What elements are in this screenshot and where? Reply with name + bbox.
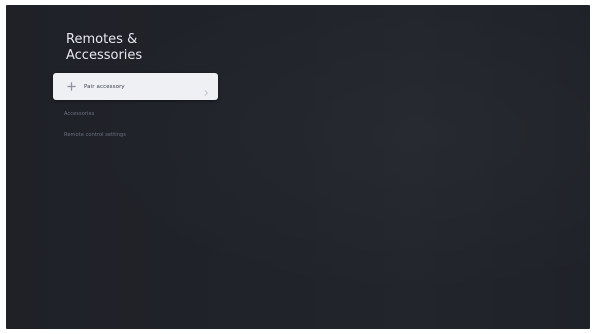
page-title-line-2: Accessories: [66, 48, 143, 63]
add-icon-graphic: [66, 82, 76, 91]
page-title-line-1: Remotes &: [66, 32, 138, 47]
pair-accessory-item[interactable]: Pair accessory: [53, 73, 218, 100]
add-icon: [64, 80, 78, 94]
settings-menu: Pair accessory Accessories Remote contro…: [53, 73, 218, 146]
remote-control-settings-label: Remote control settings: [64, 132, 127, 138]
remote-control-settings-item[interactable]: Remote control settings: [53, 124, 218, 146]
chevron-right-icon-graphic: [204, 90, 209, 96]
pair-accessory-label: Pair accessory: [84, 83, 125, 90]
chevron-right-icon: [202, 82, 210, 96]
accessories-section-header: Accessories: [53, 104, 218, 124]
tv-settings-screen: Remotes & Accessories Pair accessory Acc…: [6, 5, 590, 329]
page-title: Remotes & Accessories: [66, 32, 206, 64]
accessories-label: Accessories: [64, 111, 95, 117]
